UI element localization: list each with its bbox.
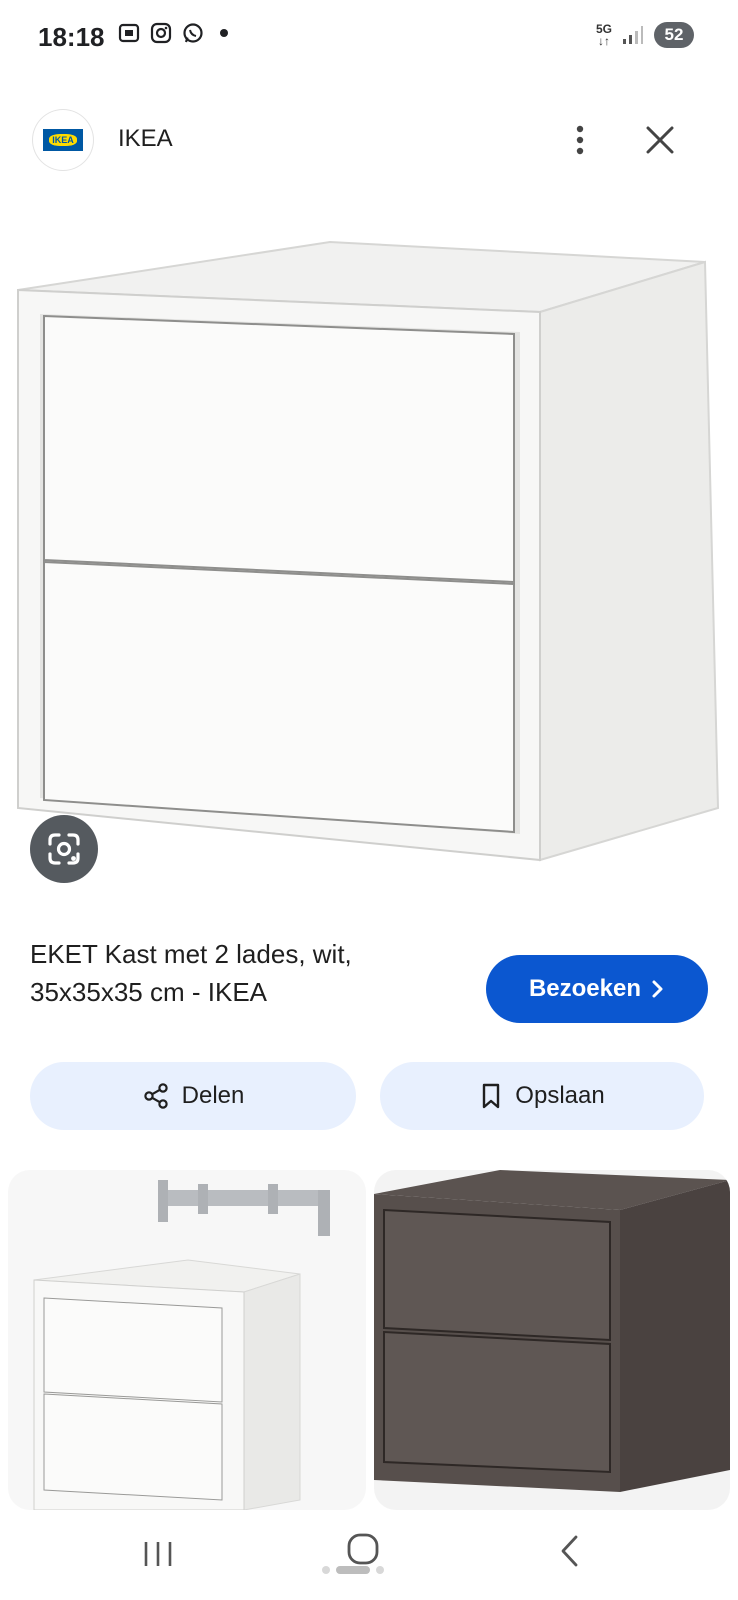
close-icon [646, 126, 674, 154]
status-time: 18:18 [38, 22, 105, 52]
page-dot-active [336, 1566, 370, 1574]
whatsapp-icon [183, 23, 203, 43]
result-title[interactable]: EKET Kast met 2 lades, wit, 35x35x35 cm … [30, 935, 430, 1011]
recent-apps-button[interactable] [142, 1540, 174, 1573]
system-nav-bar [0, 1510, 738, 1600]
close-button[interactable] [640, 120, 680, 160]
page-indicator [322, 1566, 384, 1574]
related-image-dark [374, 1170, 730, 1492]
share-button[interactable]: Delen [30, 1062, 356, 1130]
chevron-right-icon [652, 980, 663, 998]
more-options-button[interactable] [560, 120, 600, 160]
site-logo[interactable]: IKEA [33, 110, 93, 170]
home-icon [347, 1533, 379, 1565]
more-vert-icon [576, 125, 584, 155]
status-bar: 18:18 5G ↓↑ 52 [0, 0, 738, 80]
result-header: IKEA IKEA [0, 105, 738, 175]
related-result-white-cabinet[interactable] [8, 1170, 366, 1510]
product-image[interactable] [0, 220, 738, 880]
more-notifications-dot [220, 29, 228, 37]
related-image-white [33, 1180, 330, 1510]
lens-search-button[interactable] [30, 815, 98, 883]
page-dot [322, 1566, 330, 1574]
notification-icons [118, 22, 228, 44]
bookmark-icon [483, 1083, 500, 1109]
screenshot-icon [118, 23, 140, 43]
page-dot [376, 1566, 384, 1574]
back-button[interactable] [558, 1534, 582, 1573]
status-right: 5G ↓↑ 52 [596, 22, 694, 48]
google-lens-icon [48, 833, 80, 865]
related-result-dark-cabinet[interactable] [374, 1170, 730, 1510]
network-type: 5G ↓↑ [595, 22, 612, 48]
save-label: Opslaan [515, 1082, 605, 1109]
back-icon [561, 1535, 578, 1567]
share-icon [143, 1083, 168, 1109]
site-name[interactable]: IKEA [118, 125, 173, 153]
instagram-icon [150, 22, 172, 44]
recents-icon [144, 1542, 172, 1566]
save-button[interactable]: Opslaan [380, 1062, 704, 1130]
visit-button-label: Bezoeken [528, 975, 642, 1002]
visit-button[interactable]: Bezoeken [486, 955, 708, 1023]
share-label: Delen [181, 1082, 245, 1109]
signal-icon [623, 26, 643, 44]
ikea-logo-icon: IKEA [43, 129, 83, 151]
battery-indicator: 52 [654, 22, 694, 48]
cabinet-illustration [17, 240, 720, 862]
